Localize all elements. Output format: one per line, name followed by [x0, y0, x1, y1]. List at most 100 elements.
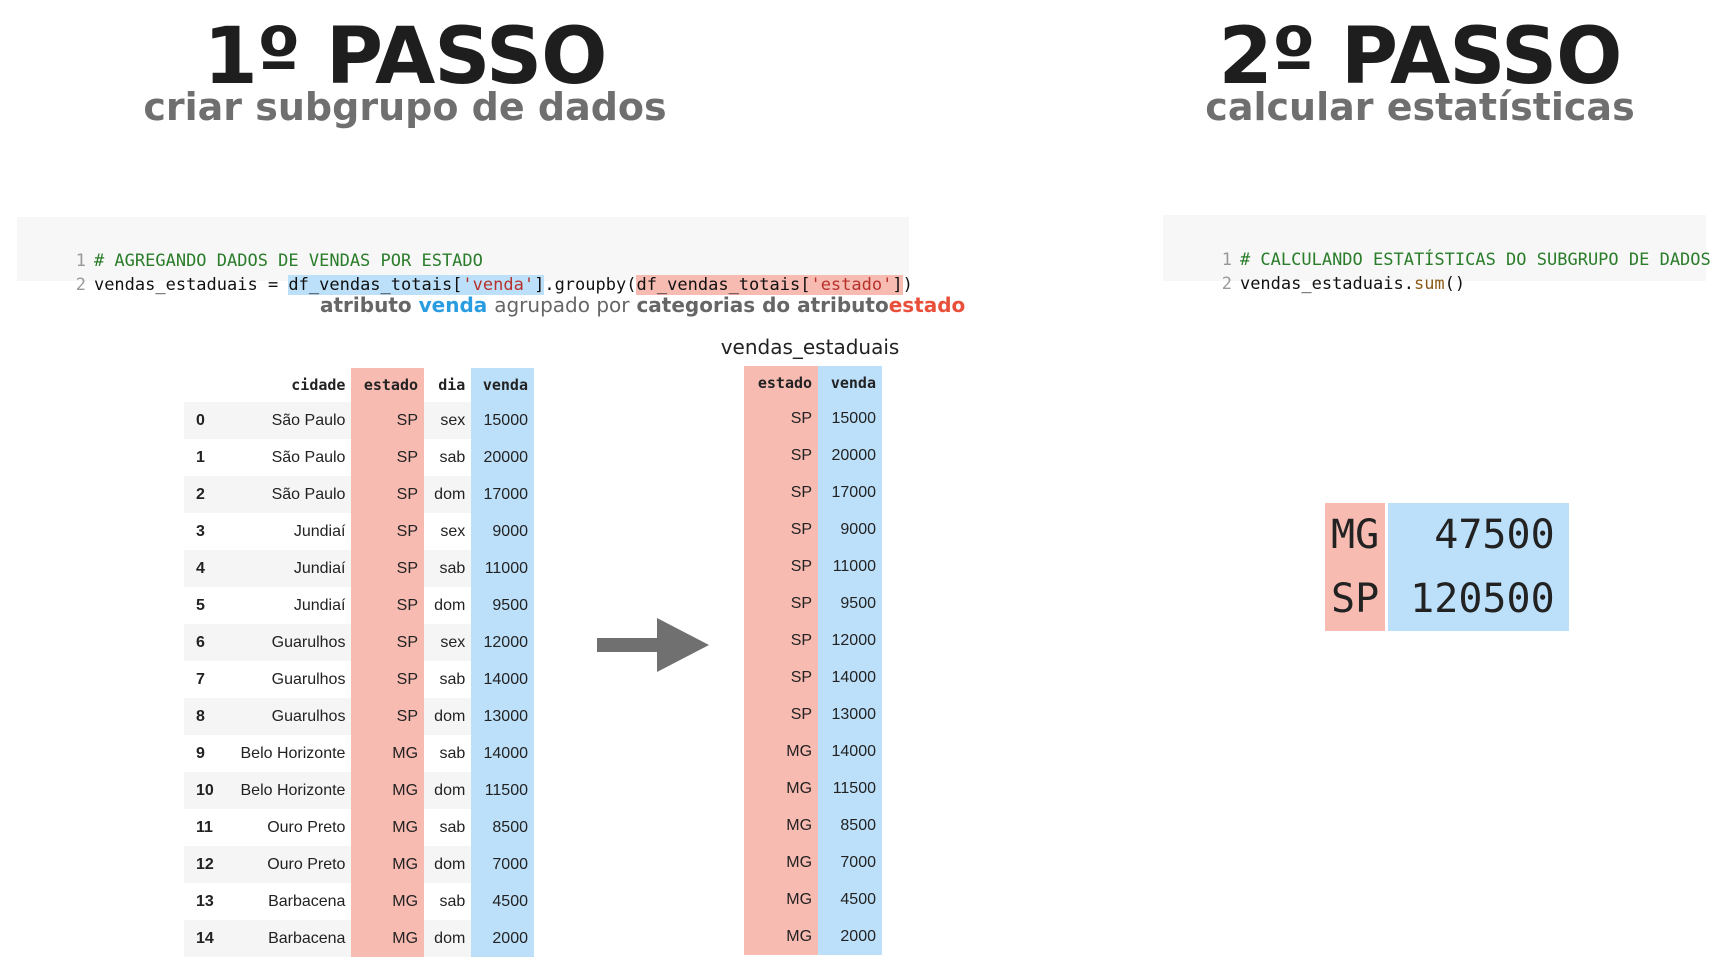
dia-cell: sab — [439, 892, 466, 910]
venda-cell: 9000 — [471, 513, 534, 550]
dia-cell: sex — [424, 624, 472, 661]
table-row: SP 13000 — [744, 696, 882, 733]
result-sum: 120500 — [1385, 567, 1569, 631]
line-number: 2 — [75, 275, 86, 295]
dia-cell: sab — [439, 448, 466, 466]
result-row: MG 47500 — [1325, 503, 1569, 567]
code-comment: # CALCULANDO ESTATÍSTICAS DO SUBGRUPO DE… — [1239, 250, 1711, 270]
cidade-cell: São Paulo — [223, 476, 352, 513]
cidade-cell: Guarulhos — [223, 698, 352, 735]
dia-cell: dom — [424, 846, 472, 883]
row-index: 13 — [196, 892, 214, 910]
venda-cell: 9000 — [818, 511, 882, 548]
column-header-estado: estado — [744, 366, 819, 400]
row-index: 2 — [184, 476, 224, 513]
estado-cell: SP — [351, 661, 425, 698]
cidade-cell: Ouro Preto — [223, 846, 352, 883]
table-row: 6 Guarulhos SP sex 12000 — [184, 624, 534, 661]
cidade-cell: Belo Horizonte — [223, 772, 352, 809]
venda-cell: 7000 — [818, 844, 882, 881]
row-index: 6 — [184, 624, 224, 661]
estado-cell: SP — [351, 476, 425, 513]
venda-cell: 14000 — [471, 661, 534, 698]
estado-cell: MG — [744, 807, 819, 844]
row-index: 1 — [196, 448, 205, 466]
estado-cell: MG — [351, 920, 425, 957]
step2-subtitle: calcular estatísticas — [1205, 85, 1635, 129]
dia-cell: dom — [424, 772, 472, 809]
venda-cell: 17000 — [471, 476, 534, 513]
table-row: 7 Guarulhos SP sab 14000 — [184, 661, 534, 698]
cidade-cell: Belo Horizonte — [240, 744, 346, 762]
estado-cell: SP — [744, 511, 819, 548]
caption-venda: venda — [418, 293, 488, 317]
sum-method: sum — [1413, 274, 1445, 294]
result-estado: MG — [1325, 503, 1387, 567]
venda-cell: 11500 — [471, 772, 534, 809]
venda-cell: 7000 — [471, 846, 534, 883]
estado-cell: SP — [351, 698, 425, 735]
cidade-cell: Barbacena — [268, 892, 346, 910]
estado-cell: SP — [351, 550, 425, 587]
estado-cell: SP — [351, 624, 425, 661]
venda-cell: 11000 — [471, 550, 534, 587]
estado-cell: SP — [744, 474, 819, 511]
table-row: 2 São Paulo SP dom 17000 — [184, 476, 534, 513]
column-header-venda: venda — [471, 368, 534, 402]
row-index: 11 — [196, 818, 213, 836]
step1-subtitle: criar subgrupo de dados — [143, 85, 667, 129]
cidade-cell: Barbacena — [223, 920, 352, 957]
venda-cell: 15000 — [818, 400, 882, 437]
venda-cell: 20000 — [818, 437, 882, 474]
estado-cell: SP — [351, 402, 425, 439]
estado-cell: MG — [351, 772, 425, 809]
row-index: 4 — [184, 550, 224, 587]
estado-selection-highlight: df_vendas_totais['estado'] — [636, 275, 903, 295]
table-row: SP 11000 — [744, 548, 882, 585]
estado-cell: MG — [351, 883, 425, 920]
row-index: 14 — [184, 920, 224, 957]
venda-cell: 14000 — [818, 659, 882, 696]
cidade-cell: Guarulhos — [223, 624, 352, 661]
result-row: SP 120500 — [1325, 567, 1569, 631]
estado-cell: MG — [351, 735, 425, 772]
dataframe-table: cidade estado dia venda 0 São Paulo SP sex 1… — [184, 368, 534, 957]
venda-cell: 14000 — [818, 733, 882, 770]
venda-cell: 17000 — [818, 474, 882, 511]
column-header-estado: estado — [351, 368, 425, 402]
code-cell-sum: 1 # CALCULANDO ESTATÍSTICAS DO SUBGRUPO D… — [1163, 215, 1711, 294]
groupby-call: .groupby( — [544, 275, 637, 295]
table-header-row: cidade estado dia venda — [184, 368, 534, 402]
venda-cell: 4500 — [471, 883, 534, 920]
arrow-right-icon — [597, 618, 709, 672]
cidade-cell: Ouro Preto — [267, 818, 346, 836]
dia-cell: sab — [439, 744, 466, 762]
venda-cell: 12000 — [818, 622, 882, 659]
cidade-cell: São Paulo — [223, 402, 352, 439]
cidade-cell: Jundiaí — [293, 522, 346, 540]
dia-cell: sex — [440, 522, 466, 540]
code-assign: vendas_estaduais = — [93, 275, 289, 295]
venda-cell: 14000 — [471, 735, 534, 772]
table-row: MG 14000 — [744, 733, 882, 770]
venda-cell: 9500 — [471, 587, 534, 624]
cidade-cell: Jundiaí — [223, 550, 352, 587]
dia-cell: sab — [439, 818, 466, 836]
table-row: SP 9500 — [744, 585, 882, 622]
estado-cell: MG — [744, 844, 819, 881]
table-row: 1 São Paulo SP sab 20000 — [184, 439, 534, 476]
table-row: MG 11500 — [744, 770, 882, 807]
column-header-cidade: cidade — [291, 376, 346, 394]
code-cell-groupby: 1 # AGREGANDO DADOS DE VENDAS POR ESTADO … — [17, 217, 913, 295]
table-header-row: estado venda — [744, 366, 882, 400]
venda-cell: 2000 — [818, 918, 882, 955]
column-header-dia: dia — [438, 376, 466, 394]
cidade-cell: Jundiaí — [293, 596, 346, 614]
cidade-cell: São Paulo — [271, 448, 346, 466]
table-row: 11 Ouro Preto MG sab 8500 — [184, 809, 534, 846]
row-index: 5 — [196, 596, 205, 614]
table-row: 4 Jundiaí SP sab 11000 — [184, 550, 534, 587]
estado-cell: MG — [744, 881, 819, 918]
venda-cell: 2000 — [471, 920, 534, 957]
venda-cell: 11000 — [818, 548, 882, 585]
